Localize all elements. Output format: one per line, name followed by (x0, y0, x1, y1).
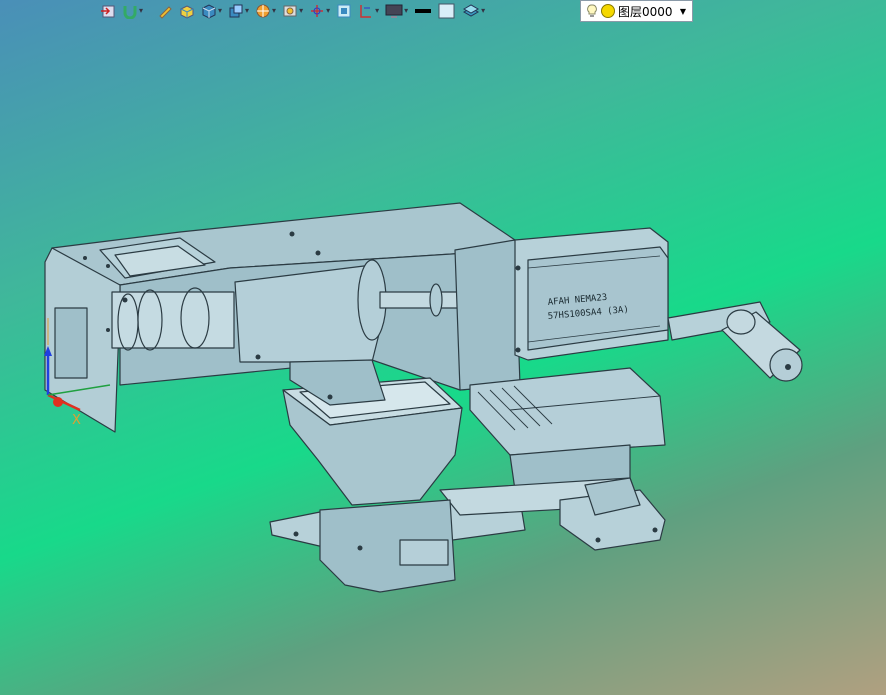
auger-window (111, 291, 235, 349)
left-mount-square (54, 307, 88, 379)
layer-color-icon (601, 4, 615, 18)
section-button[interactable]: ▾ (356, 1, 381, 21)
camera-button[interactable]: ▾ (280, 1, 305, 21)
motor-plate (454, 239, 521, 391)
view-cube-icon (229, 4, 243, 18)
sketch-button[interactable] (155, 1, 175, 21)
layer-select[interactable]: 图层0000 ▼ (580, 0, 693, 22)
camera-icon (283, 5, 297, 17)
axis-icon (311, 5, 324, 17)
fill-color-button[interactable] (436, 1, 458, 21)
view-orient-button[interactable]: ▾ (226, 1, 251, 21)
display-icon (385, 4, 403, 18)
import-icon (101, 5, 115, 18)
lightbulb-icon (587, 4, 597, 17)
fill-color-icon (438, 3, 455, 19)
cube-icon (202, 4, 216, 19)
render-icon (256, 4, 270, 18)
magnet-icon (123, 6, 137, 19)
line-color-icon (415, 9, 432, 13)
layer-stack-icon (463, 4, 480, 17)
cad-model: AFAH NEMA23 57HS100SA4 (3A) X (44, 202, 803, 593)
section-icon (360, 5, 372, 18)
line-color-button[interactable] (412, 1, 434, 21)
svg-text:X: X (72, 413, 81, 428)
frame-icon (337, 4, 351, 18)
axis-button[interactable]: ▾ (307, 1, 332, 21)
import-button[interactable] (98, 1, 118, 21)
layer-manager-button[interactable]: ▾ (460, 1, 487, 21)
snap-button[interactable]: ▾ (120, 1, 145, 21)
render-mode-button[interactable]: ▾ (253, 1, 278, 21)
layer-value: 图层0000 (618, 4, 673, 19)
chevron-down-icon[interactable]: ▼ (680, 7, 686, 16)
solid-button[interactable]: ▾ (199, 1, 224, 21)
cad-viewport[interactable]: AFAH NEMA23 57HS100SA4 (3A) X ▾ ▾ ▾ ▾ ▾ … (0, 0, 886, 695)
box-button[interactable] (177, 1, 197, 21)
box-icon (180, 5, 194, 19)
pencil-icon (159, 6, 172, 19)
display-button[interactable]: ▾ (383, 1, 410, 21)
view-toolbar: ▾ ▾ ▾ ▾ ▾ ▾ ▾ ▾ ▾ (98, 0, 487, 22)
frame-button[interactable] (334, 1, 354, 21)
